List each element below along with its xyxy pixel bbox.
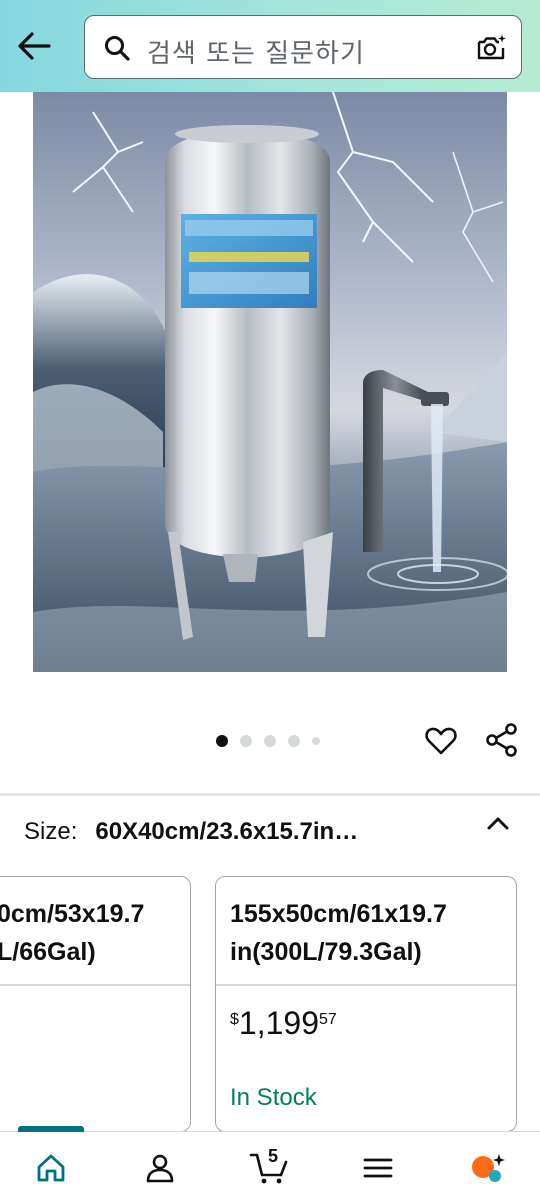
heart-icon <box>425 727 457 755</box>
option-price: $ 1,199 57 <box>230 1005 337 1041</box>
section-divider <box>0 793 540 796</box>
share-button[interactable] <box>484 722 520 758</box>
size-option-title: 0cm/53x19.7 L/66Gal) <box>0 900 145 966</box>
card-divider <box>216 984 516 986</box>
search-placeholder: 검색 또는 질문하기 <box>147 39 365 69</box>
size-selector[interactable]: Size: 60X40cm/23.6x15.7in… <box>24 818 464 854</box>
size-selected-value: 60X40cm/23.6x15.7in… <box>95 818 359 845</box>
nav-menu[interactable] <box>358 1148 398 1188</box>
card-divider <box>0 984 190 986</box>
camera-search-icon[interactable] <box>475 32 507 64</box>
price-fraction: 57 <box>318 1011 337 1028</box>
carousel-dot[interactable] <box>288 735 300 747</box>
nav-home[interactable] <box>31 1148 71 1188</box>
price-whole: 1,199 <box>238 1005 319 1041</box>
carousel-dot[interactable] <box>264 735 276 747</box>
availability-status: In Stock <box>230 1084 317 1111</box>
back-button[interactable] <box>14 28 54 64</box>
rufus-icon <box>472 1154 505 1182</box>
product-image[interactable] <box>33 92 507 672</box>
carousel-dot[interactable] <box>312 737 320 745</box>
header-bar: 검색 또는 질문하기 <box>0 0 540 92</box>
price-currency: $ <box>230 1011 239 1028</box>
active-tab-indicator <box>18 1126 84 1132</box>
home-icon <box>37 1154 65 1182</box>
carousel-dot[interactable] <box>216 735 228 747</box>
chevron-up-icon[interactable] <box>484 810 512 838</box>
wishlist-button[interactable] <box>424 724 458 758</box>
cart-count-badge: 5 <box>268 1146 279 1166</box>
nav-rufus[interactable] <box>468 1148 508 1188</box>
search-icon <box>105 36 130 61</box>
size-option-card[interactable]: 0cm/53x19.7 L/66Gal) <box>0 876 191 1132</box>
size-option-title: 155x50cm/61x19.7 in(300L/79.3Gal) <box>230 900 447 966</box>
menu-icon <box>363 1158 393 1178</box>
account-icon <box>146 1154 174 1183</box>
size-option-card[interactable]: 155x50cm/61x19.7 in(300L/79.3Gal) $ 1,19… <box>215 876 517 1132</box>
product-photo <box>33 92 507 672</box>
back-arrow-icon <box>18 32 51 60</box>
search-input[interactable]: 검색 또는 질문하기 <box>84 15 522 79</box>
product-page: 검색 또는 질문하기 Size: 60X40cm/23.6x15.7in… 0c… <box>0 0 540 1201</box>
size-label: Size: <box>24 818 78 845</box>
nav-account[interactable] <box>140 1148 180 1188</box>
carousel-dot[interactable] <box>240 735 252 747</box>
share-icon <box>486 723 517 757</box>
image-carousel-indicator[interactable] <box>216 734 320 748</box>
